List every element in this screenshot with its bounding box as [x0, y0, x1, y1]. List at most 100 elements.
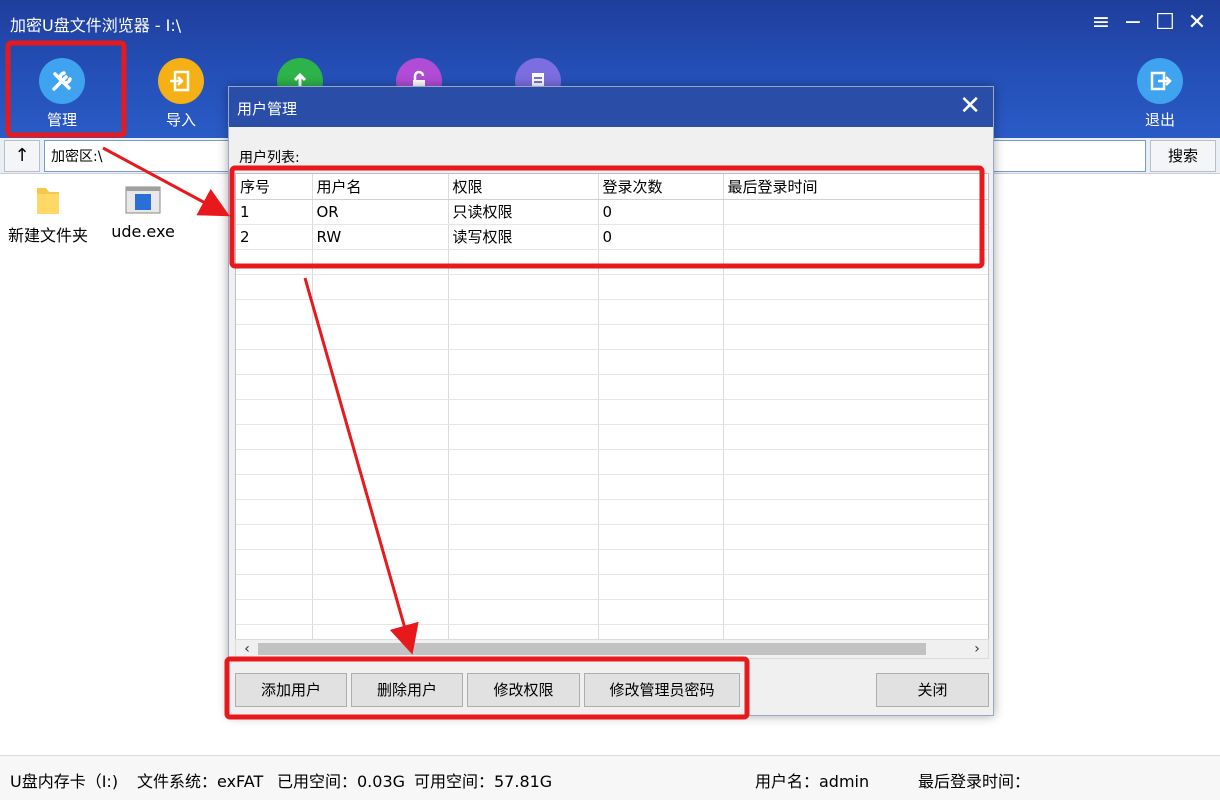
- empty-cell: [448, 374, 599, 400]
- close-button[interactable]: 关闭: [876, 673, 989, 707]
- empty-cell: [236, 374, 313, 400]
- empty-cell: [598, 424, 724, 450]
- empty-cell: [723, 499, 988, 525]
- empty-table-row: [236, 499, 988, 525]
- empty-cell: [448, 424, 599, 450]
- empty-cell: [312, 324, 449, 350]
- empty-cell: [598, 274, 724, 300]
- cell-username: OR: [312, 199, 449, 225]
- table-row[interactable]: 2 RW 读写权限 0: [236, 224, 988, 250]
- modify-permission-button[interactable]: 修改权限: [467, 673, 580, 707]
- empty-cell: [723, 424, 988, 450]
- col-header-permission[interactable]: 权限: [448, 174, 599, 200]
- empty-cell: [236, 274, 313, 300]
- empty-cell: [598, 299, 724, 325]
- file-item-folder[interactable]: 新建文件夹: [0, 180, 96, 246]
- menu-icon[interactable]: ≡: [1086, 8, 1116, 38]
- empty-table-row: [236, 449, 988, 475]
- empty-cell: [448, 349, 599, 375]
- exit-button[interactable]: 退出: [1120, 58, 1200, 134]
- add-user-button[interactable]: 添加用户: [235, 673, 347, 707]
- cell-index: 2: [236, 224, 313, 250]
- empty-cell: [598, 349, 724, 375]
- col-header-login-count[interactable]: 登录次数: [598, 174, 724, 200]
- col-header-last-login[interactable]: 最后登录时间: [723, 174, 988, 200]
- user-list-label: 用户列表:: [239, 150, 300, 166]
- cell-login-count: 0: [598, 224, 724, 250]
- empty-cell: [448, 524, 599, 550]
- empty-cell: [312, 424, 449, 450]
- empty-cell: [236, 249, 313, 275]
- empty-cell: [723, 449, 988, 475]
- modify-admin-password-button[interactable]: 修改管理员密码: [584, 673, 740, 707]
- empty-cell: [236, 574, 313, 600]
- empty-cell: [236, 524, 313, 550]
- empty-cell: [598, 524, 724, 550]
- maximize-icon[interactable]: ☐: [1150, 8, 1180, 38]
- empty-cell: [236, 474, 313, 500]
- scroll-right-icon[interactable]: ›: [967, 640, 987, 658]
- empty-cell: [448, 549, 599, 575]
- cell-last-login: [723, 224, 988, 250]
- horizontal-scrollbar[interactable]: ‹ ›: [235, 639, 989, 659]
- window-title: 加密U盘文件浏览器 - I:\: [10, 16, 182, 35]
- col-header-username[interactable]: 用户名: [312, 174, 449, 200]
- empty-table-row: [236, 349, 988, 375]
- up-button[interactable]: ↑: [4, 140, 40, 172]
- exit-icon: [1137, 58, 1183, 104]
- import-button[interactable]: 导入: [141, 58, 221, 134]
- empty-cell: [312, 374, 449, 400]
- cell-permission: 读写权限: [448, 224, 599, 250]
- empty-cell: [236, 599, 313, 625]
- table-row[interactable]: 1 OR 只读权限 0: [236, 199, 988, 225]
- empty-cell: [723, 474, 988, 500]
- empty-cell: [598, 474, 724, 500]
- empty-cell: [598, 574, 724, 600]
- empty-cell: [723, 599, 988, 625]
- cell-username: RW: [312, 224, 449, 250]
- dialog-titlebar: 用户管理 ✕: [229, 87, 993, 127]
- user-table[interactable]: 序号 用户名 权限 登录次数 最后登录时间 1 OR 只读权限 0 2 RW 读…: [235, 173, 989, 659]
- empty-cell: [236, 549, 313, 575]
- empty-cell: [598, 449, 724, 475]
- minimize-icon[interactable]: −: [1118, 8, 1148, 38]
- import-label: 导入: [165, 111, 196, 129]
- col-header-index[interactable]: 序号: [236, 174, 313, 200]
- empty-cell: [723, 299, 988, 325]
- empty-cell: [448, 274, 599, 300]
- scroll-left-icon[interactable]: ‹: [237, 640, 257, 658]
- status-username: 用户名：admin: [755, 772, 870, 791]
- delete-user-button[interactable]: 删除用户: [351, 673, 463, 707]
- empty-cell: [723, 324, 988, 350]
- cell-last-login: [723, 199, 988, 225]
- empty-cell: [236, 299, 313, 325]
- empty-table-row: [236, 399, 988, 425]
- empty-table-row: [236, 324, 988, 350]
- empty-cell: [598, 599, 724, 625]
- manage-label: 管理: [46, 111, 77, 129]
- empty-cell: [723, 549, 988, 575]
- table-header-row: 序号 用户名 权限 登录次数 最后登录时间: [236, 174, 988, 200]
- search-button[interactable]: 搜索: [1150, 140, 1216, 172]
- scroll-thumb[interactable]: [258, 643, 926, 655]
- empty-cell: [312, 574, 449, 600]
- empty-table-row: [236, 574, 988, 600]
- file-item-exe[interactable]: ude.exe: [95, 180, 191, 241]
- manage-button[interactable]: 管理: [22, 58, 102, 134]
- empty-cell: [448, 399, 599, 425]
- close-icon[interactable]: ✕: [1182, 8, 1212, 38]
- empty-cell: [723, 374, 988, 400]
- empty-cell: [312, 449, 449, 475]
- empty-table-row: [236, 599, 988, 625]
- empty-cell: [448, 324, 599, 350]
- empty-table-row: [236, 549, 988, 575]
- empty-table-row: [236, 474, 988, 500]
- exe-icon: [95, 180, 191, 220]
- empty-cell: [236, 449, 313, 475]
- status-bar: U盘内存卡（I:) 文件系统：exFAT 已用空间：0.03G 可用空间：57.…: [0, 755, 1220, 800]
- empty-cell: [448, 449, 599, 475]
- dialog-close-icon[interactable]: ✕: [959, 93, 981, 119]
- status-drive: U盘内存卡（I:): [10, 772, 119, 791]
- empty-cell: [236, 324, 313, 350]
- cell-login-count: 0: [598, 199, 724, 225]
